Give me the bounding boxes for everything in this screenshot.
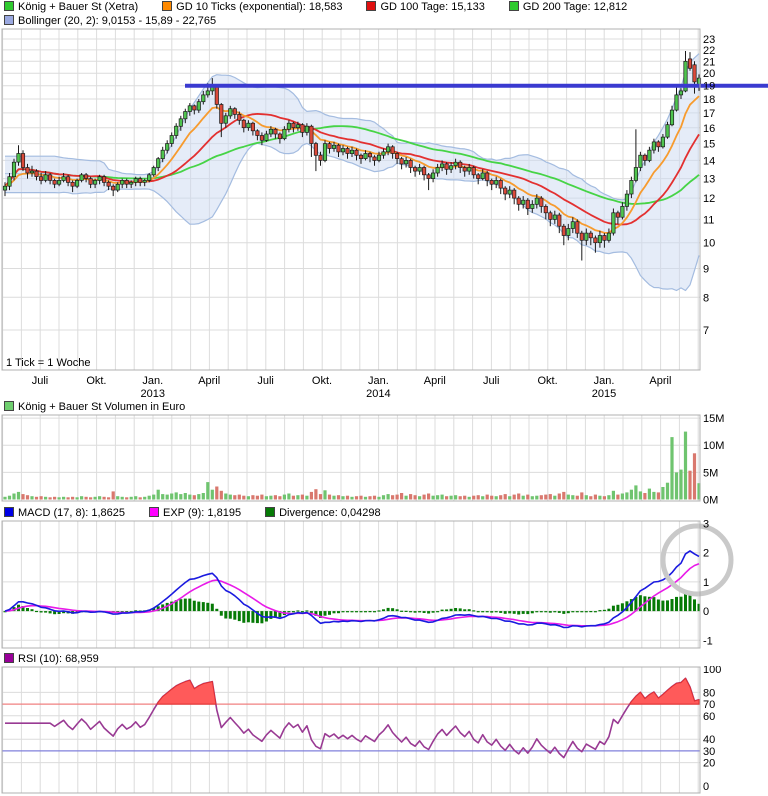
- svg-text:0: 0: [703, 606, 709, 618]
- price-chart: 23222120191817161514131211109871 Tick = …: [0, 28, 768, 400]
- rsi-legend-row: RSI (10): 68,959: [0, 652, 768, 666]
- svg-text:7: 7: [703, 325, 709, 337]
- legend-label: Bollinger (20, 2): 9,0153 - 15,89 - 22,7…: [18, 15, 216, 27]
- macd-chart-panel[interactable]: 3 2 1 0 -1: [0, 520, 768, 652]
- volume-chart: 15M 10M 5M 0M: [0, 414, 768, 506]
- price-chart-panel[interactable]: 23222120191817161514131211109871 Tick = …: [0, 28, 768, 400]
- svg-text:April: April: [198, 375, 220, 387]
- legend-item: GD 200 Tage: 12,812: [509, 1, 627, 14]
- legend-item: EXP (9): 1,8195: [149, 507, 241, 520]
- legend-swatch-icon: [509, 1, 519, 11]
- legend-label: König + Bauer St Volumen in Euro: [18, 401, 185, 413]
- svg-text:10M: 10M: [703, 440, 724, 452]
- legend-item: König + Bauer St Volumen in Euro: [4, 401, 185, 414]
- svg-text:30: 30: [703, 746, 715, 758]
- svg-text:40: 40: [703, 734, 715, 746]
- svg-text:0: 0: [703, 781, 709, 793]
- price-legend-row-1: König + Bauer St (Xetra) GD 10 Ticks (exp…: [0, 0, 768, 14]
- svg-text:11: 11: [703, 214, 714, 226]
- svg-text:22: 22: [703, 45, 715, 57]
- svg-text:0M: 0M: [703, 495, 718, 507]
- svg-text:1 Tick = 1 Woche: 1 Tick = 1 Woche: [6, 357, 90, 369]
- svg-text:Jan.: Jan.: [142, 375, 163, 387]
- legend-label: GD 100 Tage: 15,133: [380, 1, 484, 13]
- svg-text:100: 100: [703, 666, 721, 676]
- svg-text:2: 2: [703, 548, 709, 560]
- legend-swatch-icon: [265, 507, 275, 517]
- legend-item: RSI (10): 68,959: [4, 653, 99, 666]
- legend-swatch-icon: [149, 507, 159, 517]
- volume-chart-panel[interactable]: 15M 10M 5M 0M: [0, 414, 768, 506]
- svg-text:13: 13: [703, 174, 715, 186]
- rsi-chart-panel[interactable]: 100 807060 403020 0: [0, 666, 768, 796]
- svg-text:15: 15: [703, 139, 715, 151]
- legend-swatch-icon: [4, 15, 14, 25]
- svg-text:2013: 2013: [141, 388, 165, 400]
- svg-text:5M: 5M: [703, 467, 718, 479]
- svg-text:20: 20: [703, 758, 715, 770]
- svg-text:Juli: Juli: [32, 375, 49, 387]
- legend-label: König + Bauer St (Xetra): [18, 1, 138, 13]
- svg-text:Okt.: Okt.: [86, 375, 106, 387]
- legend-label: EXP (9): 1,8195: [163, 507, 241, 519]
- legend-item: GD 100 Tage: 15,133: [366, 1, 484, 14]
- svg-text:2015: 2015: [592, 388, 616, 400]
- svg-text:Okt.: Okt.: [538, 375, 558, 387]
- svg-text:April: April: [424, 375, 446, 387]
- main-legend: König + Bauer St (Xetra) GD 10 Ticks (exp…: [0, 0, 768, 28]
- svg-text:April: April: [649, 375, 671, 387]
- svg-text:10: 10: [703, 238, 715, 250]
- legend-item: Bollinger (20, 2): 9,0153 - 15,89 - 22,7…: [4, 15, 216, 28]
- legend-item: Divergence: 0,04298: [265, 507, 381, 520]
- svg-text:Juli: Juli: [483, 375, 500, 387]
- rsi-chart: 100 807060 403020 0: [0, 666, 768, 796]
- legend-swatch-icon: [366, 1, 376, 11]
- svg-text:80: 80: [703, 687, 715, 699]
- svg-text:15M: 15M: [703, 414, 724, 425]
- legend-label: MACD (17, 8): 1,8625: [18, 507, 125, 519]
- price-legend-row-2: Bollinger (20, 2): 9,0153 - 15,89 - 22,7…: [0, 14, 768, 28]
- legend-label: RSI (10): 68,959: [18, 653, 99, 665]
- legend-label: Divergence: 0,04298: [279, 507, 381, 519]
- svg-text:16: 16: [703, 123, 715, 135]
- legend-item: GD 10 Ticks (exponential): 18,583: [162, 1, 342, 14]
- legend-label: GD 10 Ticks (exponential): 18,583: [176, 1, 342, 13]
- svg-text:20: 20: [703, 68, 715, 80]
- legend-item: MACD (17, 8): 1,8625: [4, 507, 125, 520]
- legend-swatch-icon: [162, 1, 172, 11]
- svg-text:70: 70: [703, 699, 715, 711]
- svg-text:1: 1: [703, 577, 709, 589]
- legend-label: GD 200 Tage: 12,812: [523, 1, 627, 13]
- legend-swatch-icon: [4, 1, 14, 11]
- legend-item: König + Bauer St (Xetra): [4, 1, 138, 14]
- svg-text:60: 60: [703, 711, 715, 723]
- svg-text:Jan.: Jan.: [368, 375, 389, 387]
- svg-text:Jan.: Jan.: [594, 375, 615, 387]
- svg-text:2014: 2014: [366, 388, 390, 400]
- macd-legend-row: MACD (17, 8): 1,8625 EXP (9): 1,8195 Diver…: [0, 506, 768, 520]
- svg-text:Juli: Juli: [257, 375, 274, 387]
- svg-text:9: 9: [703, 264, 709, 276]
- svg-text:Okt.: Okt.: [312, 375, 332, 387]
- svg-text:8: 8: [703, 292, 709, 304]
- svg-text:-1: -1: [703, 635, 713, 647]
- legend-swatch-icon: [4, 653, 14, 663]
- legend-swatch-icon: [4, 401, 14, 411]
- svg-text:12: 12: [703, 193, 715, 205]
- svg-text:17: 17: [703, 108, 715, 120]
- macd-chart: 3 2 1 0 -1: [0, 520, 768, 652]
- chart-page: { "legends": { "main_row1": [ {"label": …: [0, 0, 768, 796]
- svg-text:3: 3: [703, 520, 709, 531]
- legend-swatch-icon: [4, 507, 14, 517]
- svg-text:19: 19: [703, 81, 715, 93]
- volume-legend-row: König + Bauer St Volumen in Euro: [0, 400, 768, 414]
- svg-text:21: 21: [703, 56, 715, 68]
- svg-text:14: 14: [703, 155, 715, 167]
- svg-text:18: 18: [703, 94, 715, 106]
